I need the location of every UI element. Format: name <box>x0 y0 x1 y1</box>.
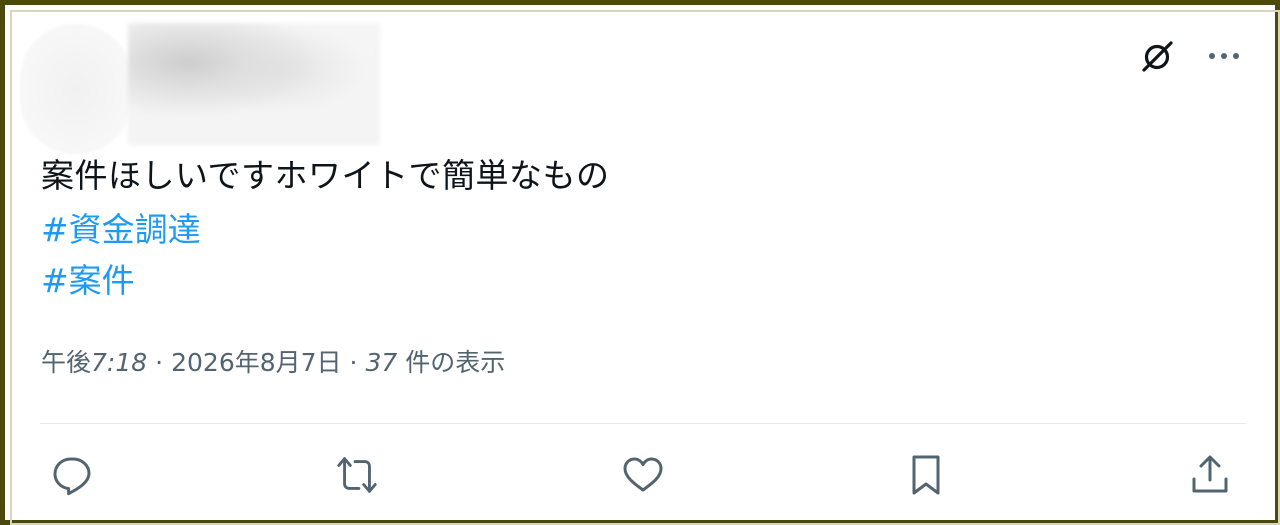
post-timestamp[interactable]: 午後7:18 · 2026年8月7日 <box>41 348 342 377</box>
more-button[interactable] <box>1208 51 1240 61</box>
post-text: 案件ほしいですホワイトで簡単なもの <box>41 156 610 195</box>
repost-icon <box>337 457 377 493</box>
like-icon <box>623 457 663 492</box>
grok-icon <box>1142 41 1173 72</box>
repost-button[interactable] <box>334 452 380 498</box>
view-count[interactable]: 37 件の表示 <box>366 348 506 377</box>
separator-dot: · <box>349 348 358 377</box>
action-bar <box>50 452 1245 498</box>
bookmark-icon <box>912 455 940 495</box>
bookmark-button[interactable] <box>903 452 949 498</box>
reply-icon <box>53 457 91 496</box>
more-icon <box>1209 53 1239 59</box>
grok-button[interactable] <box>1138 36 1178 76</box>
like-button[interactable] <box>620 452 666 498</box>
time-value: 7:18 <box>91 348 148 377</box>
avatar[interactable] <box>20 24 132 154</box>
hashtag-link[interactable]: #案件 <box>41 255 201 306</box>
hashtag-link[interactable]: #資金調達 <box>41 204 201 255</box>
divider <box>40 423 1246 424</box>
reply-button[interactable] <box>50 452 96 498</box>
time-prefix: 午後 <box>41 348 92 377</box>
hashtag-list: #資金調達 #案件 <box>41 204 201 306</box>
post-top-actions <box>1138 36 1240 76</box>
post-metadata: 午後7:18 · 2026年8月7日 · 37 件の表示 <box>41 346 505 380</box>
user-name-redacted[interactable] <box>128 23 380 145</box>
share-icon <box>1192 455 1228 493</box>
view-count-label: 件の表示 <box>397 348 506 377</box>
share-button[interactable] <box>1187 452 1233 498</box>
post-date: 2026年8月7日 <box>171 348 342 377</box>
view-count-number: 37 <box>365 348 398 377</box>
separator-dot: · <box>155 348 164 377</box>
